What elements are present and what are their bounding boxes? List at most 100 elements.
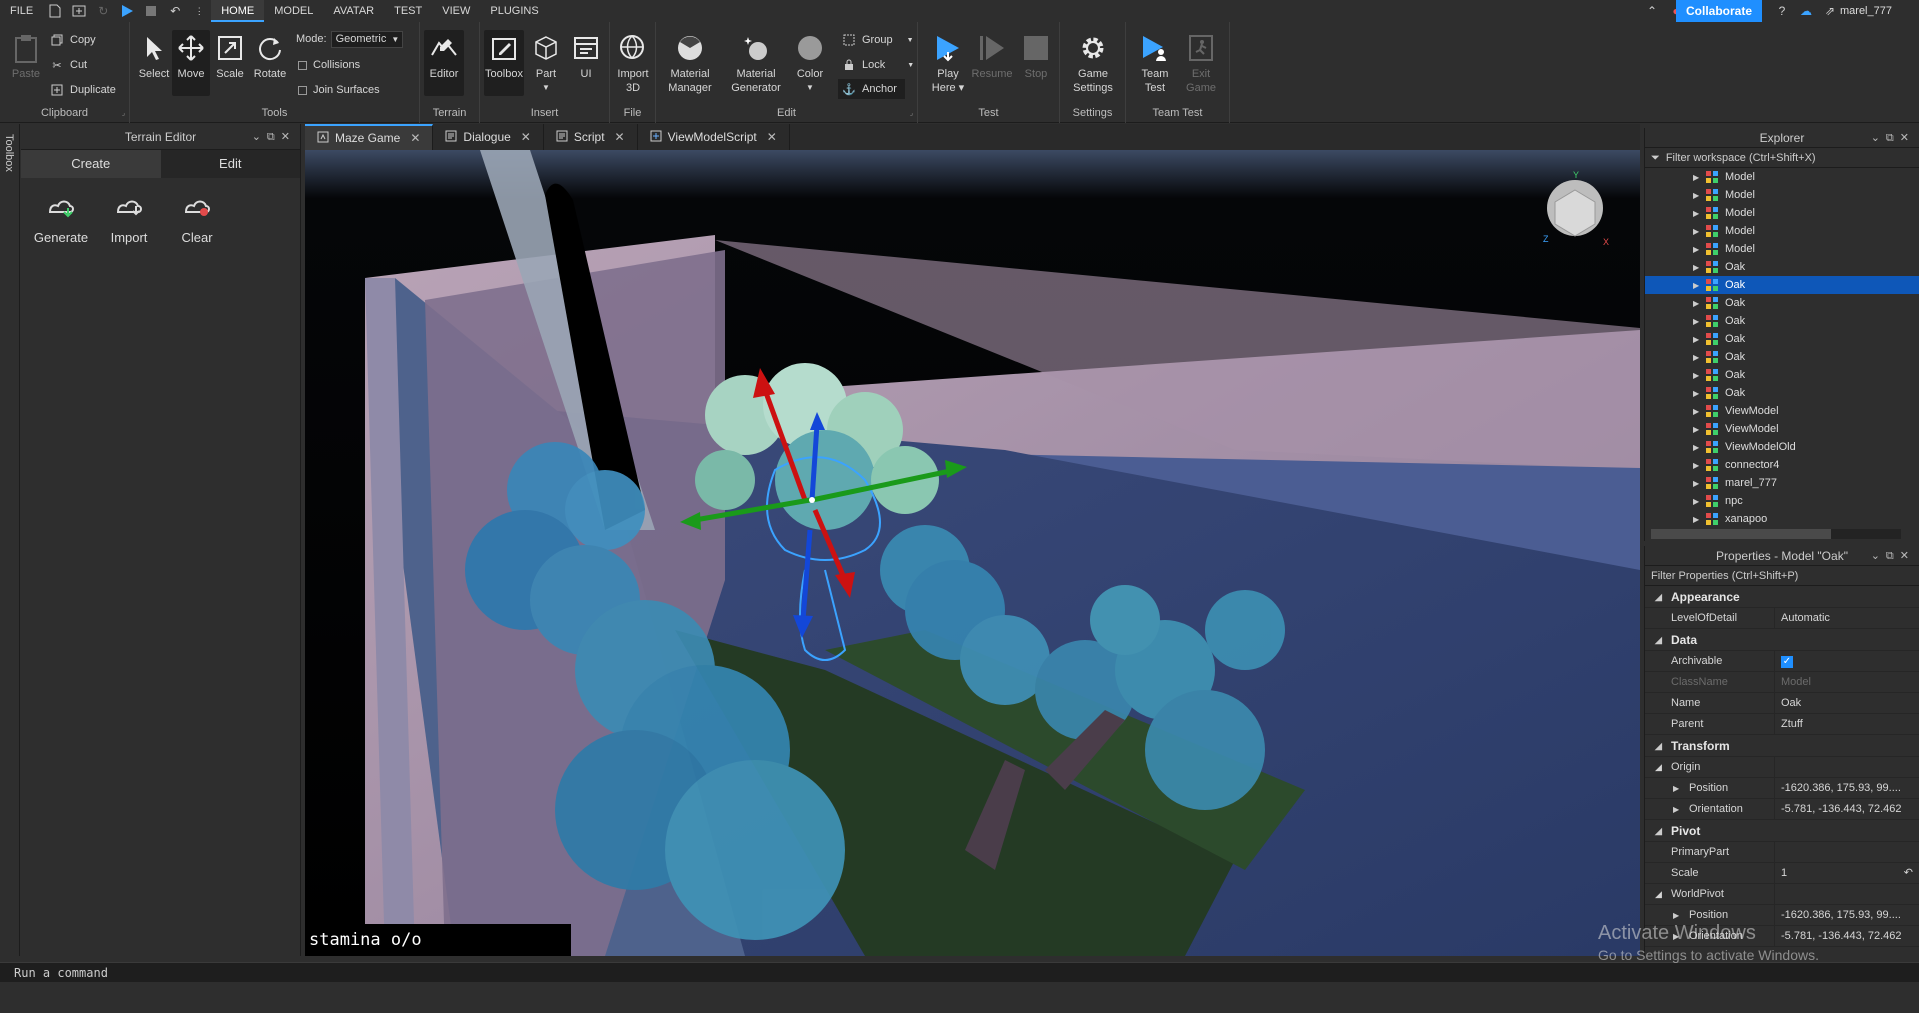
ui-button[interactable]: UI — [568, 32, 604, 81]
stop-button[interactable]: Stop — [1018, 32, 1054, 81]
expand-icon[interactable]: ▶ — [1693, 443, 1699, 452]
chevron-down-icon[interactable]: ⌄ — [1871, 132, 1886, 144]
toolbox-side-strip[interactable]: Toolbox — [0, 124, 20, 956]
prop-origin-orientation[interactable]: ▶ Orientation -5.781, -136.443, 72.462 — [1645, 799, 1919, 820]
chevron-down-icon[interactable]: ⌄ — [252, 131, 267, 143]
copy-button[interactable]: Copy — [50, 31, 96, 49]
section-pivot[interactable]: ◢ Pivot — [1645, 820, 1919, 842]
tree-item[interactable]: ▶ Model — [1645, 222, 1919, 240]
expand-icon[interactable]: ▶ — [1693, 353, 1699, 362]
expand-icon[interactable]: ▶ — [1693, 191, 1699, 200]
duplicate-button[interactable]: Duplicate — [50, 81, 116, 99]
tab-create[interactable]: Create — [21, 150, 161, 178]
expand-icon[interactable]: ▶ — [1693, 497, 1699, 506]
play-icon[interactable] — [118, 2, 136, 20]
tree-item[interactable]: ▶ Model — [1645, 186, 1919, 204]
tab-script[interactable]: Script ✕ — [544, 124, 638, 150]
tree-item[interactable]: ▶ Oak — [1645, 294, 1919, 312]
toolbox-button[interactable]: Toolbox — [484, 30, 524, 96]
prop-parent[interactable]: Parent Ztuff — [1645, 714, 1919, 735]
terrain-editor-button[interactable]: Editor — [424, 30, 464, 96]
part-button[interactable]: Part ▼ — [528, 32, 564, 95]
section-appearance[interactable]: ◢ Appearance — [1645, 586, 1919, 608]
expand-icon[interactable]: ▶ — [1693, 407, 1699, 416]
filter-icon[interactable]: ⏷ — [1651, 152, 1660, 164]
team-test-button[interactable]: Team Test — [1136, 32, 1174, 95]
material-generator-button[interactable]: Material Generator — [726, 32, 786, 95]
command-input[interactable]: Run a command — [14, 966, 108, 980]
tab-viewmodelscript[interactable]: ViewModelScript ✕ — [638, 124, 790, 150]
tree-item[interactable]: ▶ Oak — [1645, 258, 1919, 276]
clear-button[interactable]: Clear — [163, 192, 231, 245]
cloud-icon[interactable]: ☁ — [1797, 2, 1815, 20]
close-icon[interactable]: ✕ — [410, 131, 420, 145]
expand-icon[interactable]: ▶ — [1693, 335, 1699, 344]
prop-scale[interactable]: Scale 1 ↶ — [1645, 863, 1919, 884]
close-icon[interactable]: ✕ — [1900, 132, 1915, 144]
menu-model[interactable]: MODEL — [264, 0, 323, 22]
toolbox-vertical-label[interactable]: Toolbox — [3, 134, 15, 172]
expand-icon[interactable]: ▶ — [1693, 263, 1699, 272]
prop-level-of-detail[interactable]: LevelOfDetail Automatic — [1645, 608, 1919, 629]
paste-button[interactable]: Paste — [8, 32, 44, 81]
expand-icon[interactable]: ▶ — [1693, 515, 1699, 524]
float-icon[interactable]: ⧉ — [1886, 550, 1900, 562]
join-surfaces-checkbox[interactable] — [298, 85, 307, 95]
mode-dropdown[interactable]: Geometric ▼ — [330, 30, 404, 48]
3d-viewport[interactable]: Y X Z stamina o/o — [305, 150, 1640, 956]
prop-primary-part[interactable]: PrimaryPart — [1645, 842, 1919, 863]
prop-world-pivot[interactable]: ◢ WorldPivot — [1645, 884, 1919, 905]
menu-test[interactable]: TEST — [384, 0, 432, 22]
group-button[interactable]: Group ▼ — [842, 31, 914, 49]
tree-item[interactable]: ▶ Oak — [1645, 312, 1919, 330]
tree-item[interactable]: ▶ Model — [1645, 204, 1919, 222]
close-icon[interactable]: ✕ — [521, 130, 531, 144]
generate-button[interactable]: Generate — [27, 192, 95, 245]
archivable-checkbox[interactable]: ✓ — [1781, 656, 1793, 668]
prop-origin[interactable]: ◢ Origin — [1645, 757, 1919, 778]
edit-expand-icon[interactable]: ⌟ — [910, 109, 913, 117]
expand-icon[interactable]: ▶ — [1693, 209, 1699, 218]
tab-dialogue[interactable]: Dialogue ✕ — [433, 124, 544, 150]
tree-item[interactable]: ▶ Model — [1645, 240, 1919, 258]
tree-item[interactable]: ▶ Oak — [1645, 276, 1919, 294]
cut-button[interactable]: ✂ Cut — [50, 56, 87, 74]
stop-icon[interactable] — [142, 2, 160, 20]
expand-icon[interactable]: ▶ — [1693, 389, 1699, 398]
color-dropdown-icon[interactable]: ▼ — [806, 81, 814, 95]
menu-avatar[interactable]: AVATAR — [323, 0, 384, 22]
menu-home[interactable]: HOME — [211, 0, 265, 22]
scale-button[interactable]: Scale — [212, 32, 248, 81]
share-icon[interactable]: ⇗ — [1821, 2, 1839, 20]
lock-dropdown-icon[interactable]: ▼ — [907, 62, 914, 69]
close-icon[interactable]: ✕ — [767, 130, 777, 144]
expand-icon[interactable]: ▶ — [1693, 317, 1699, 326]
explorer-hscrollbar[interactable] — [1651, 529, 1901, 539]
prop-name[interactable]: Name Oak — [1645, 693, 1919, 714]
expand-icon[interactable]: ▶ — [1693, 173, 1699, 182]
expand-icon[interactable]: ▶ — [1693, 479, 1699, 488]
color-button[interactable]: Color ▼ — [792, 32, 828, 95]
tree-item[interactable]: ▶ Oak — [1645, 384, 1919, 402]
collisions-toggle[interactable]: Collisions — [298, 56, 360, 74]
scrollbar-thumb[interactable] — [1651, 529, 1831, 539]
group-dropdown-icon[interactable]: ▼ — [907, 37, 914, 44]
tree-item[interactable]: ▶ Oak — [1645, 348, 1919, 366]
tree-item[interactable]: ▶ xanapoo — [1645, 510, 1919, 528]
tree-item[interactable]: ▶ connector4 — [1645, 456, 1919, 474]
menu-view[interactable]: VIEW — [432, 0, 480, 22]
anchor-button[interactable]: ⚓ Anchor — [838, 79, 905, 99]
new-file-icon[interactable] — [46, 2, 64, 20]
expand-icon[interactable]: ▶ — [1693, 281, 1699, 290]
expand-icon[interactable]: ▶ — [1673, 799, 1679, 819]
collisions-checkbox[interactable] — [298, 60, 307, 70]
expand-icon[interactable]: ▶ — [1673, 778, 1679, 798]
tab-maze-game[interactable]: Maze Game ✕ — [305, 124, 434, 150]
import-button[interactable]: Import — [95, 192, 163, 245]
expand-icon[interactable]: ▶ — [1693, 461, 1699, 470]
exit-game-button[interactable]: Exit Game — [1182, 32, 1220, 95]
part-dropdown-icon[interactable]: ▼ — [542, 81, 550, 95]
tab-edit[interactable]: Edit — [160, 150, 300, 178]
float-icon[interactable]: ⧉ — [267, 131, 281, 143]
undo-icon[interactable]: ↶ — [166, 2, 184, 20]
